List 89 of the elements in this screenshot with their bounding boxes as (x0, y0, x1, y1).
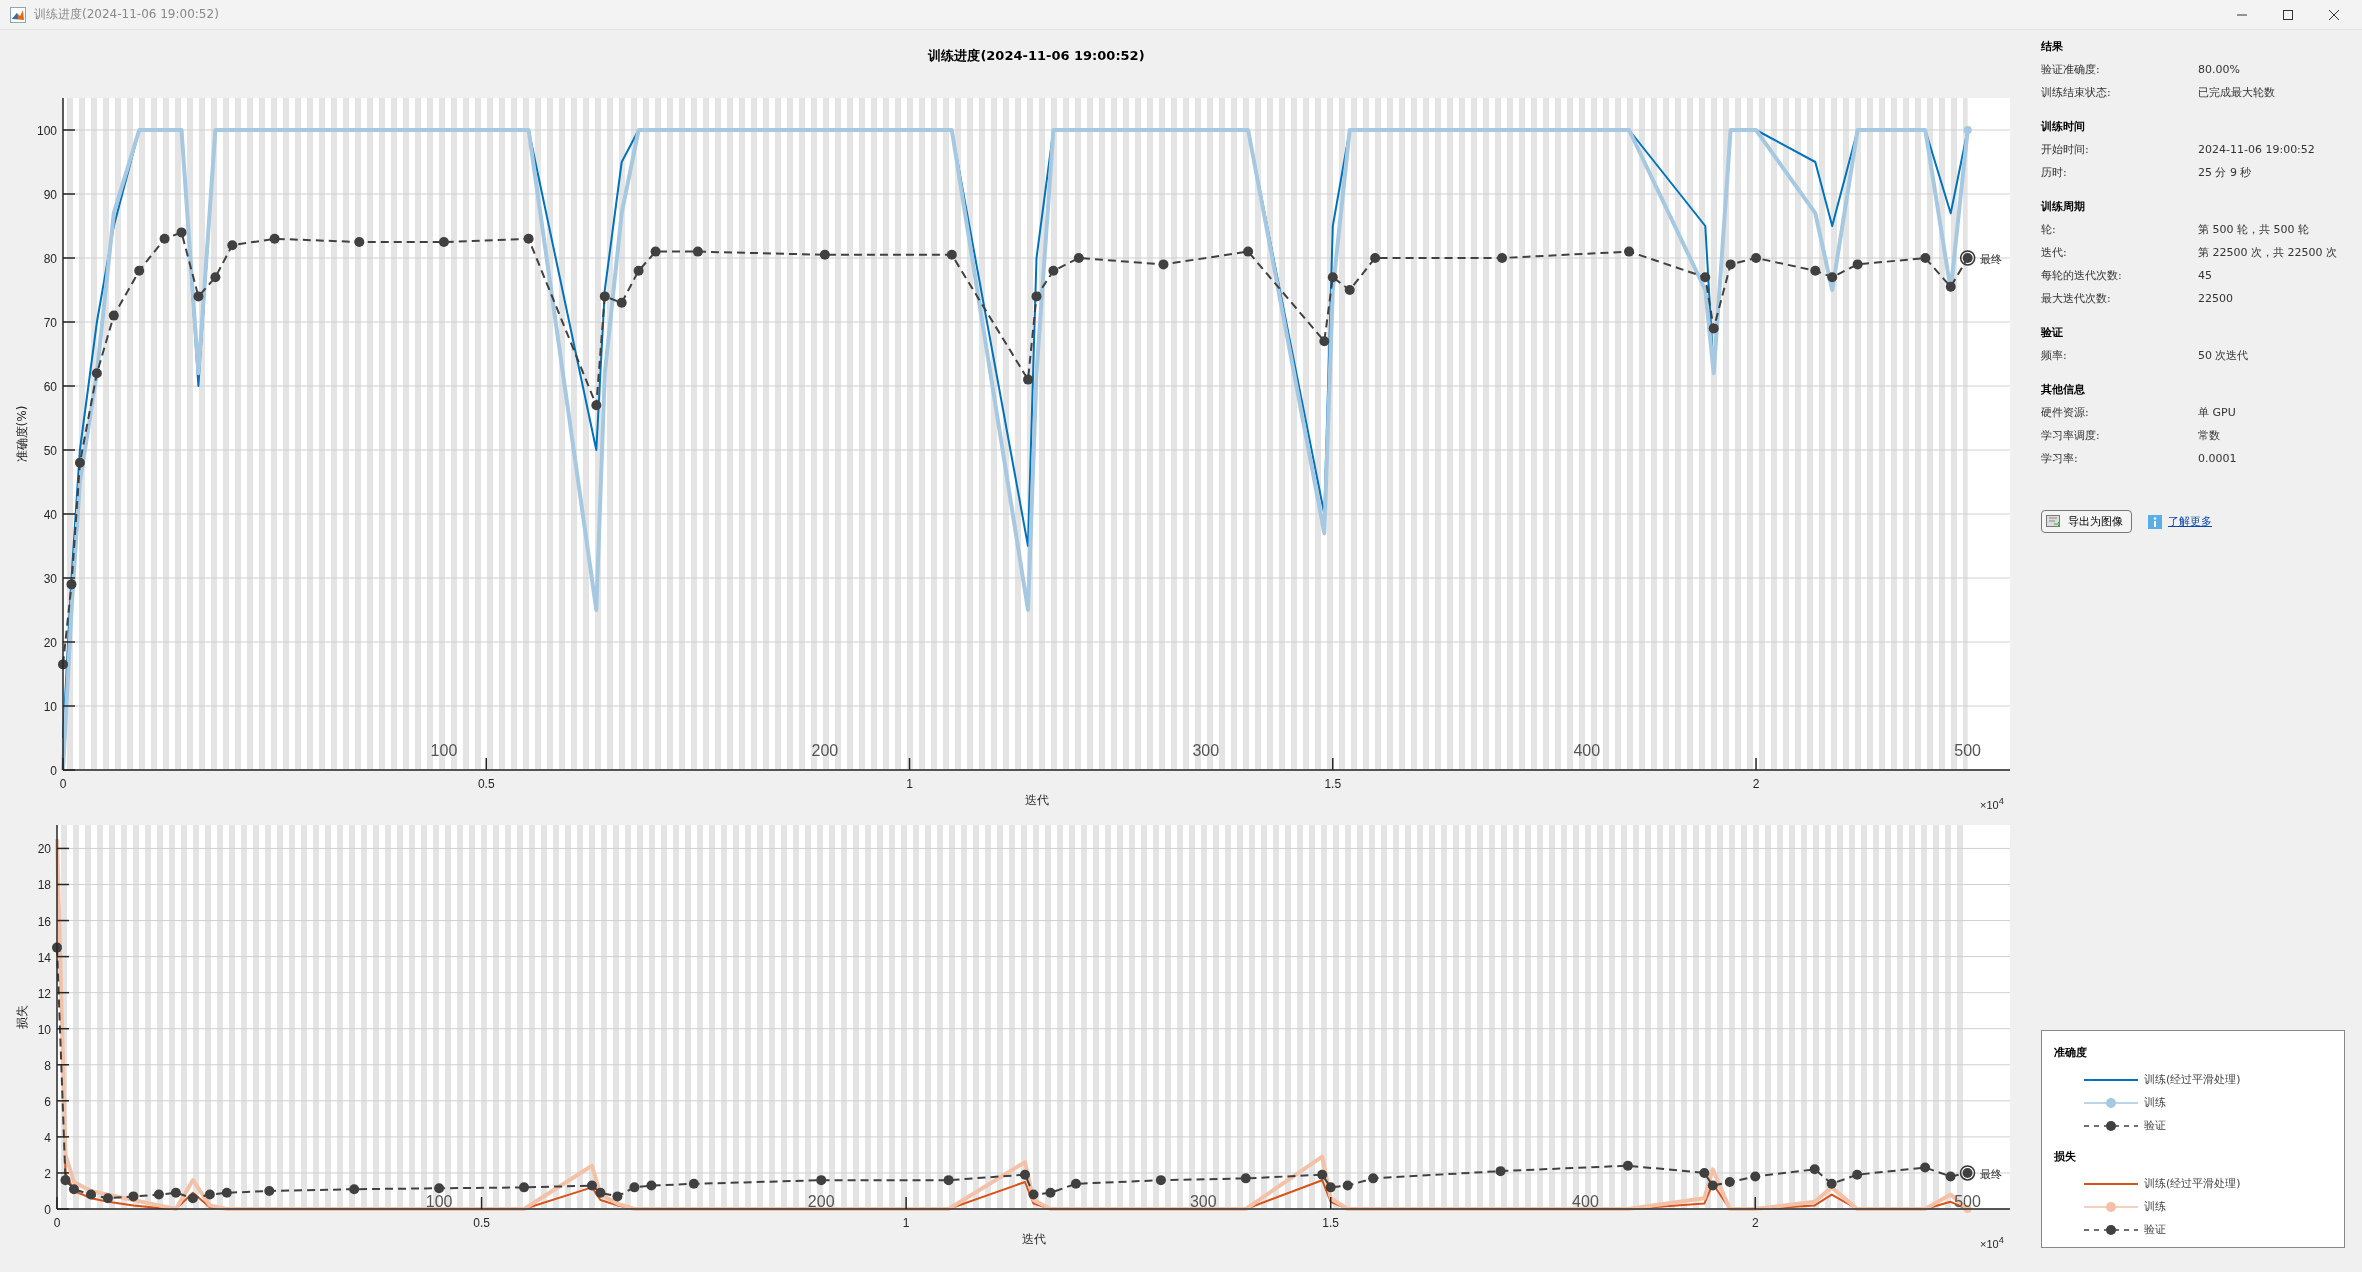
info-label: 最大迭代次数: (2041, 291, 2112, 307)
axis-tick-label: 90 (43, 188, 57, 202)
final-label: 最终 (1979, 253, 2002, 266)
info-value: 第 500 轮，共 500 轮 (2198, 222, 2309, 238)
info-value: 0.0001 (2198, 451, 2237, 467)
info-value: 第 22500 次，共 22500 次 (2198, 245, 2337, 261)
axis-tick-label: 1 (906, 777, 913, 791)
info-label: 每轮的迭代次数: (2041, 268, 2123, 284)
legend-label: 训练 (2144, 1199, 2166, 1214)
axis-tick-label: 8 (44, 1058, 51, 1073)
epoch-label: 400 (1572, 1193, 1599, 1210)
info-label: 历时: (2041, 165, 2068, 181)
info-label: 轮: (2041, 222, 2057, 238)
axis-tick-label: 20 (37, 842, 51, 857)
info-label: 验证准确度: (2041, 62, 2101, 78)
section-heading: 结果 (2041, 39, 2064, 55)
legend-label: 验证 (2144, 1222, 2166, 1237)
info-value: 2024-11-06 19:00:52 (2198, 142, 2315, 158)
axis-tick-label: 40 (43, 508, 57, 522)
axis-tick-label: 14 (37, 950, 51, 965)
axis-tick-label: 100 (36, 124, 57, 138)
legend-heading: 准确度 (2054, 1045, 2088, 1060)
axis-tick-label: 2 (1751, 1216, 1759, 1230)
axis-tick-label: 16 (37, 914, 51, 929)
info-value: 已完成最大轮数 (2198, 85, 2275, 101)
axis-tick-label: 0 (44, 1203, 51, 1217)
axis-tick-label: 70 (43, 316, 57, 330)
axis-tick-label: 50 (43, 444, 57, 458)
epoch-label: 300 (1189, 1193, 1217, 1210)
x-axis-label: 迭代 (1021, 1232, 1046, 1246)
y-axis-label: 损失 (15, 1005, 29, 1029)
epoch-label: 300 (1192, 742, 1220, 759)
info-value: 50 次迭代 (2198, 348, 2249, 364)
axis-tick-label: 60 (43, 380, 57, 394)
axis-tick-label: 80 (43, 252, 57, 266)
axis-tick-label: 1 (902, 1216, 910, 1230)
axis-tick-label: 1.5 (1324, 777, 1342, 791)
epoch-label: 200 (811, 742, 839, 759)
axis-tick-label: 0.5 (477, 777, 495, 791)
axis-multiplier: ×10$^{4}$ (1980, 795, 2004, 812)
epoch-label: 100 (425, 1193, 453, 1210)
axis-tick-label: 4 (44, 1130, 51, 1145)
info-label: 迭代: (2041, 245, 2068, 261)
axis-tick-label: 10 (37, 1022, 51, 1037)
info-label: 学习率: (2041, 451, 2079, 467)
axis-tick-label: 0.5 (473, 1216, 490, 1230)
info-label: 训练结束状态: (2041, 85, 2112, 101)
info-label: 硬件资源: (2041, 405, 2090, 421)
axis-tick-label: 10 (43, 700, 57, 714)
chart-title: 训练进度(2024-11-06 19:00:52) (928, 48, 1145, 63)
axis-tick-label: 20 (43, 636, 57, 650)
final-label: 最终 (1979, 1167, 2002, 1181)
legend-label: 训练 (2144, 1095, 2166, 1110)
epoch-label: 400 (1573, 742, 1601, 759)
legend-label: 训练(经过平滑处理) (2144, 1176, 2241, 1191)
axis-tick-label: 18 (37, 878, 51, 893)
info-label: 频率: (2041, 348, 2068, 364)
info-value: 22500 (2198, 291, 2233, 307)
info-value: 单 GPU (2198, 405, 2236, 421)
section-heading: 验证 (2041, 325, 2064, 341)
epoch-label: 200 (807, 1193, 835, 1210)
axis-tick-label: 2 (44, 1166, 51, 1181)
legend-label: 训练(经过平滑处理) (2144, 1072, 2241, 1087)
epoch-label: 500 (1954, 1193, 1981, 1210)
info-label: 开始时间: (2041, 142, 2090, 158)
legend-label: 验证 (2144, 1118, 2166, 1133)
info-value: 25 分 9 秒 (2198, 165, 2252, 181)
epoch-label: 500 (1954, 742, 1982, 759)
info-value: 80.00% (2198, 62, 2240, 78)
y-axis-label: 准确度(%) (15, 405, 29, 463)
x-axis-label: 迭代 (1024, 793, 1049, 807)
legend-heading: 损失 (2054, 1149, 2077, 1164)
axis-tick-label: 1.5 (1322, 1216, 1340, 1230)
info-label: 学习率调度: (2041, 428, 2101, 444)
axis-tick-label: 6 (44, 1094, 51, 1109)
window-title: 训练进度(2024-11-06 19:00:52) (34, 6, 219, 23)
section-heading: 训练时间 (2041, 119, 2086, 135)
section-heading: 训练周期 (2041, 199, 2086, 215)
info-value: 常数 (2198, 428, 2220, 444)
axis-tick-label: 30 (43, 572, 57, 586)
axis-tick-label: 0 (50, 764, 57, 778)
axis-multiplier: ×10$^{4}$ (1980, 1234, 2004, 1251)
axis-tick-label: 0 (59, 777, 67, 791)
epoch-label: 100 (430, 742, 458, 759)
section-heading: 其他信息 (2041, 382, 2086, 398)
info-value: 45 (2198, 268, 2212, 284)
axis-tick-label: 0 (53, 1216, 61, 1230)
axis-tick-label: 12 (37, 986, 51, 1001)
axis-tick-label: 2 (1752, 777, 1760, 791)
